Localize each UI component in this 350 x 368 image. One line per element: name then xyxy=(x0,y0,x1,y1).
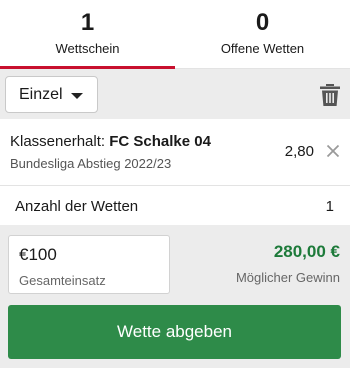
bet-type-toolbar: Einzel xyxy=(0,69,350,119)
trash-icon[interactable] xyxy=(320,84,340,106)
bet-selection: Klassenerhalt: FC Schalke 04 Bundesliga … xyxy=(0,119,350,186)
bets-count-value: 1 xyxy=(325,198,334,215)
bets-count-label: Anzahl der Wetten xyxy=(15,198,139,215)
bets-count-row: Anzahl der Wetten 1 xyxy=(0,187,350,225)
tab-wettschein[interactable]: 1 Wettschein xyxy=(0,0,175,69)
stake-value: €100 xyxy=(19,245,57,264)
bet-slip-tabs: 1 Wettschein 0 Offene Wetten xyxy=(0,0,350,69)
bet-type-value: Einzel xyxy=(19,85,63,103)
selection-market: Klassenerhalt: xyxy=(10,133,106,150)
potential-win-value: 280,00 € xyxy=(273,242,340,261)
potential-win-label: Möglicher Gewinn xyxy=(235,270,340,285)
tab-label: Wettschein xyxy=(55,41,120,56)
caret-down-icon xyxy=(71,93,83,99)
selection-event: Bundesliga Abstieg 2022/23 xyxy=(10,156,172,171)
selection-odds: 2,80 xyxy=(284,143,314,160)
tab-count: 1 xyxy=(80,9,95,36)
tab-count: 0 xyxy=(255,9,270,36)
selection-team: FC Schalke 04 xyxy=(109,133,211,150)
selection-title: Klassenerhalt: FC Schalke 04 xyxy=(10,133,211,151)
close-icon[interactable] xyxy=(326,144,340,158)
tab-label: Offene Wetten xyxy=(220,41,305,56)
stake-panel: €100 Gesamteinsatz 280,00 € Möglicher Ge… xyxy=(0,225,350,368)
stake-input[interactable]: €100 Gesamteinsatz xyxy=(8,235,170,294)
tab-offene-wetten[interactable]: 0 Offene Wetten xyxy=(175,0,350,69)
submit-bet-button[interactable]: Wette abgeben xyxy=(8,305,341,359)
bet-type-dropdown[interactable]: Einzel xyxy=(5,76,98,113)
stake-label: Gesamteinsatz xyxy=(19,273,106,288)
